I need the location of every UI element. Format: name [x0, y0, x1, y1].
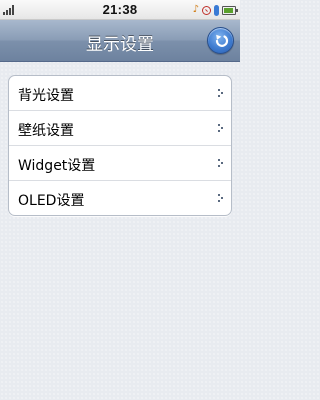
- page-title: 显示设置: [86, 35, 154, 55]
- bluetooth-icon: [214, 4, 219, 16]
- menu-item-widget[interactable]: Widget设置: [9, 146, 231, 181]
- menu-item-label: 背光设置: [18, 88, 74, 104]
- chevron-right-icon: [218, 89, 224, 97]
- menu-item-label: OLED设置: [18, 193, 85, 209]
- mute-icon: [202, 5, 211, 15]
- menu-item-backlight[interactable]: 背光设置: [9, 76, 231, 111]
- battery-icon: [222, 5, 238, 15]
- status-bar: 21:38 ♪: [0, 0, 240, 20]
- chevron-right-icon: [218, 194, 224, 202]
- title-bar: 显示设置: [0, 20, 240, 62]
- menu-item-label: 壁纸设置: [18, 123, 74, 139]
- chevron-right-icon: [218, 159, 224, 167]
- status-icons: ♪: [192, 3, 238, 17]
- back-button[interactable]: [207, 27, 234, 54]
- chevron-right-icon: [218, 124, 224, 132]
- menu-item-oled[interactable]: OLED设置: [9, 181, 231, 215]
- menu-item-wallpaper[interactable]: 壁纸设置: [9, 111, 231, 146]
- music-icon: ♪: [192, 4, 199, 15]
- back-arrow-icon: [215, 34, 229, 47]
- menu-item-label: Widget设置: [18, 158, 96, 174]
- settings-list: 背光设置 壁纸设置 Widget设置 OLED设置: [8, 75, 232, 216]
